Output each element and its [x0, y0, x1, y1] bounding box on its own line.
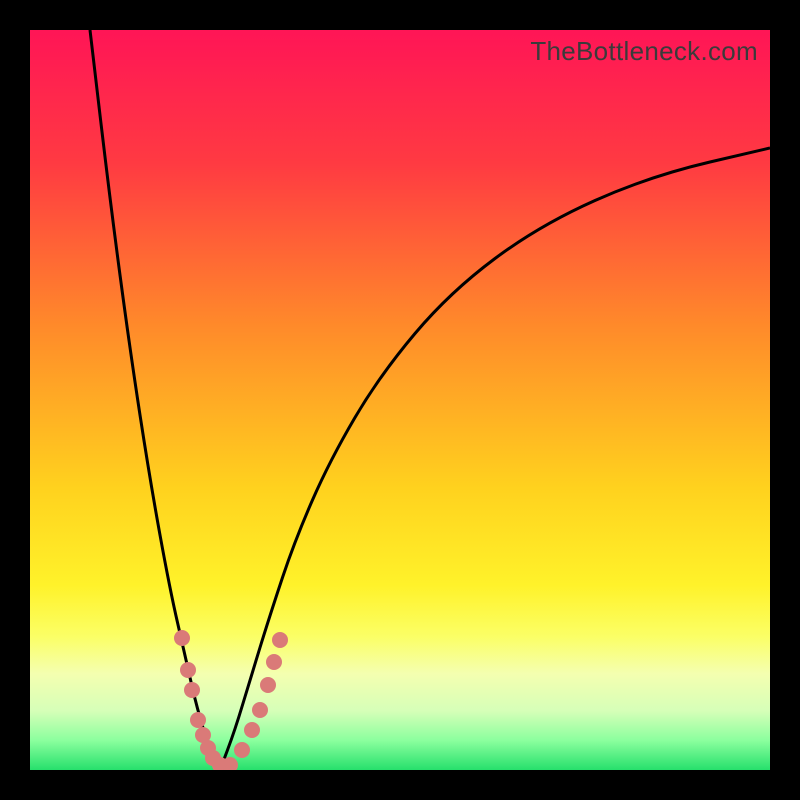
sample-dot — [234, 742, 250, 758]
sample-dot — [174, 630, 190, 646]
sample-dot — [252, 702, 268, 718]
chart-frame: TheBottleneck.com — [0, 0, 800, 800]
left-curve — [90, 30, 220, 770]
sample-dot — [260, 677, 276, 693]
sample-dot — [190, 712, 206, 728]
sample-dot — [272, 632, 288, 648]
right-curve — [220, 148, 770, 770]
sample-dot — [244, 722, 260, 738]
sample-dots — [174, 630, 288, 770]
plot-area: TheBottleneck.com — [30, 30, 770, 770]
curves-layer — [30, 30, 770, 770]
sample-dot — [180, 662, 196, 678]
sample-dot — [266, 654, 282, 670]
sample-dot — [184, 682, 200, 698]
